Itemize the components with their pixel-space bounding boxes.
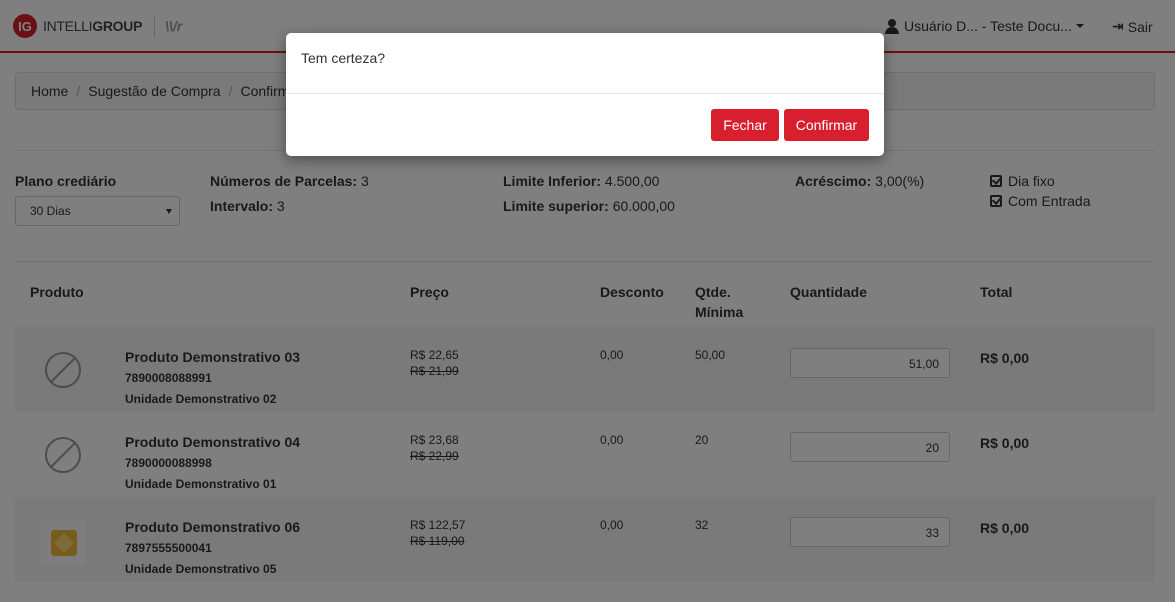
confirm-dialog: Tem certeza? Fechar Confirmar <box>286 33 884 156</box>
dialog-title: Tem certeza? <box>286 33 884 94</box>
close-button[interactable]: Fechar <box>711 109 779 141</box>
confirm-button[interactable]: Confirmar <box>784 109 869 141</box>
